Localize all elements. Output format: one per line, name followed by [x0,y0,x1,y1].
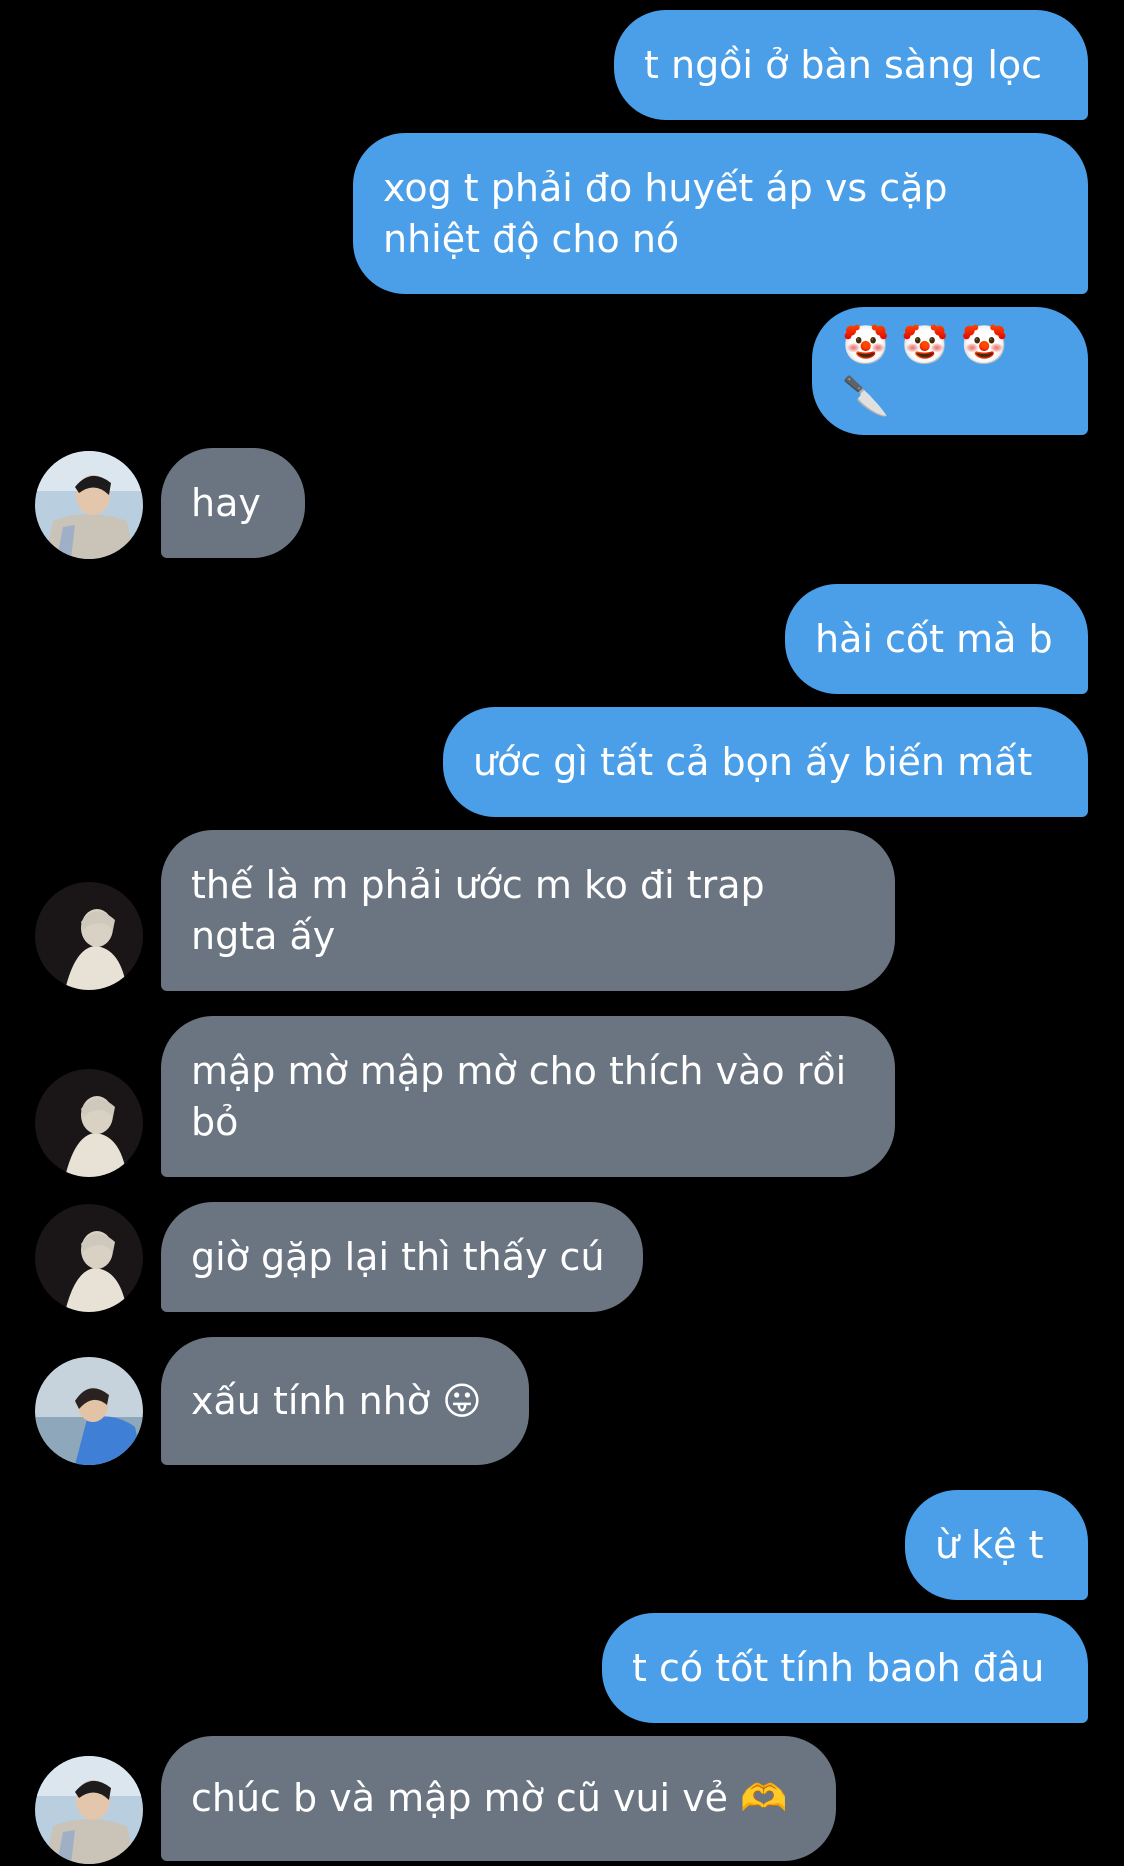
message-bubble-incoming[interactable]: xấu tính nhờ 😛 [161,1337,529,1465]
message-text: chúc b và mập mờ cũ vui vẻ 🫶 [191,1776,788,1820]
blonde-dark-avatar[interactable] [35,1204,143,1312]
message-bubble-outgoing[interactable]: ước gì tất cả bọn ấy biến mất [443,707,1088,817]
boy-plaid-avatar[interactable] [35,1756,143,1864]
message-text: hài cốt mà b [815,616,1053,661]
message-bubble-outgoing[interactable]: t có tốt tính baoh đâu [602,1613,1088,1723]
message-text: xấu tính nhờ 😛 [191,1378,482,1423]
message-text: xog t phải đo huyết áp vs cặp nhiệt độ c… [383,165,948,261]
message-text: mập mờ mập mờ cho thích vào rồi bỏ [191,1048,847,1144]
message-text: ước gì tất cả bọn ấy biến mất [473,739,1033,784]
message-bubble-incoming[interactable]: thế là m phải ước m ko đi trap ngta ấy [161,830,895,991]
message-bubble-incoming[interactable]: hay [161,448,305,558]
message-bubble-incoming[interactable]: mập mờ mập mờ cho thích vào rồi bỏ [161,1016,895,1177]
message-text: ừ kệ t [935,1522,1044,1567]
message-bubble-outgoing[interactable]: 🤡 🤡 🤡 🔪 [812,307,1088,435]
message-text: hay [191,480,261,525]
message-bubble-outgoing[interactable]: xog t phải đo huyết áp vs cặp nhiệt độ c… [353,133,1088,294]
message-bubble-outgoing[interactable]: hài cốt mà b [785,584,1088,694]
message-text: thế là m phải ước m ko đi trap ngta ấy [191,862,765,958]
blue-jacket-avatar[interactable] [35,1357,143,1465]
message-bubble-incoming[interactable]: chúc b và mập mờ cũ vui vẻ 🫶 [161,1736,836,1861]
message-text: 🤡 🤡 🤡 🔪 [842,323,1009,418]
message-bubble-outgoing[interactable]: ừ kệ t [905,1490,1088,1600]
blonde-dark-avatar[interactable] [35,882,143,990]
message-bubble-incoming[interactable]: giờ gặp lại thì thấy cú [161,1202,643,1312]
boy-plaid-avatar[interactable] [35,451,143,559]
message-text: t có tốt tính baoh đâu [632,1645,1045,1690]
blonde-dark-avatar[interactable] [35,1069,143,1177]
message-text: giờ gặp lại thì thấy cú [191,1234,605,1279]
message-text: t ngồi ở bàn sàng lọc [644,42,1043,87]
message-bubble-outgoing[interactable]: t ngồi ở bàn sàng lọc [614,10,1088,120]
